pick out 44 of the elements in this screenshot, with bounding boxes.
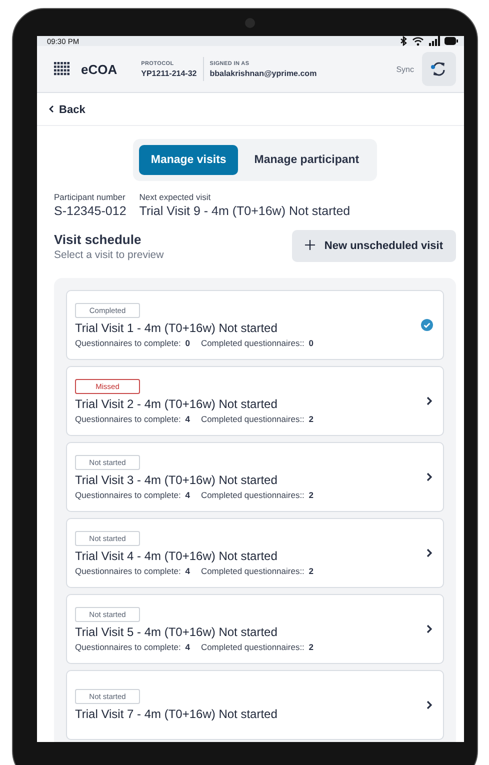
chevron-right-icon	[426, 548, 433, 558]
visit-title: Trial Visit 4 - 4m (T0+16w) Not started	[75, 548, 278, 562]
questionnaires-to-complete: Questionnaires to complete: 0	[75, 338, 190, 348]
tab[interactable]: Manage visits	[138, 145, 238, 175]
plus-icon	[305, 240, 316, 250]
completed-questionnaires: Completed questionnaires:: 2	[200, 490, 314, 500]
completed-questionnaires: Completed questionnaires:: 2	[200, 414, 314, 424]
section-title: Visit schedule	[54, 232, 142, 246]
questionnaires-to-complete: Questionnaires to complete: 4	[75, 642, 190, 652]
next-visit-value: Trial Visit 9 - 4m (T0+16w) Not started	[139, 204, 350, 218]
questionnaires-to-complete: Questionnaires to complete: 4	[75, 414, 190, 424]
visit-title: Trial Visit 1 - 4m (T0+16w) Not started	[75, 320, 278, 334]
visit-title: Trial Visit 5 - 4m (T0+16w) Not started	[75, 624, 278, 638]
back-link[interactable]: Back	[49, 104, 86, 116]
participant-number: S-12345-012	[54, 204, 126, 218]
completed-questionnaires: Completed questionnaires:: 0	[200, 338, 314, 348]
new-visit-button[interactable]: New unscheduled visit	[292, 230, 456, 262]
chevron-right-icon	[426, 700, 433, 710]
wifi-icon	[412, 36, 424, 46]
visit-title: Trial Visit 3 - 4m (T0+16w) Not started	[75, 472, 278, 486]
section-subtitle: Select a visit to preview	[54, 248, 164, 260]
visit-title: Trial Visit 2 - 4m (T0+16w) Not started	[75, 396, 278, 410]
signal-icon	[428, 36, 440, 46]
sync-button[interactable]	[422, 52, 456, 86]
battery-icon	[444, 36, 458, 46]
completed-questionnaires: Completed questionnaires:: 2	[200, 566, 314, 576]
next-visit-label: Next expected visit	[139, 192, 212, 202]
tab[interactable]: Manage participant	[242, 145, 372, 175]
bluetooth-icon	[400, 36, 408, 46]
chevron-left-icon	[49, 105, 54, 113]
app-grid-icon[interactable]	[54, 62, 70, 76]
chevron-right-icon	[426, 624, 433, 634]
participant-number-label: Participant number	[54, 192, 126, 202]
completed-questionnaires: Completed questionnaires:: 2	[200, 642, 314, 652]
chevron-right-icon	[426, 472, 433, 482]
chevron-right-icon	[426, 396, 433, 406]
sync-label: Sync	[396, 64, 414, 74]
questionnaires-to-complete: Questionnaires to complete: 4	[75, 566, 190, 576]
user-email: bbalakrishnan@yprime.com	[210, 68, 317, 78]
questionnaires-to-complete: Questionnaires to complete: 4	[75, 490, 190, 500]
visit-title: Trial Visit 7 - 4m (T0+16w) Not started	[75, 707, 278, 721]
app-name: eCOA	[81, 62, 118, 76]
checkmark-icon	[421, 319, 433, 331]
protocol-value: YP1211-214-32	[141, 68, 197, 78]
